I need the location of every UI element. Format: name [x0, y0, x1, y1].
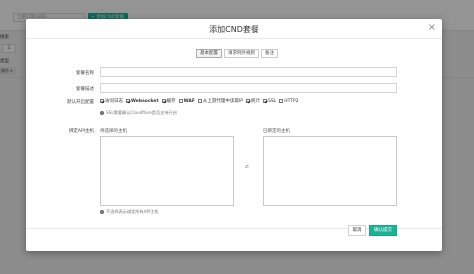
checkbox[interactable] — [161, 99, 166, 103]
add-cdn-package-dialog: 添加CND套餐 × 基本配置 请求例外规则 备注 套餐名称 套餐描述 默认开启配… — [26, 19, 442, 251]
option-label: SSL — [267, 98, 277, 104]
option-websocket[interactable]: Websocket — [126, 99, 159, 104]
checkbox[interactable] — [178, 99, 183, 103]
option-label: 从上游代理中读取IP — [202, 99, 243, 104]
option-label: 统计 — [250, 99, 260, 104]
ssl-hint-text: SSL需要确认Cloudflare是否支持开启 — [106, 110, 177, 115]
info-icon: i — [100, 111, 104, 115]
cancel-button[interactable]: 取消 — [348, 225, 366, 236]
info-icon: i — [100, 210, 104, 214]
option-stats[interactable]: 统计 — [245, 98, 260, 104]
host-hint: i 不选择表示绑定所有API主机 — [100, 209, 159, 215]
checkbox[interactable] — [245, 99, 250, 103]
tab-basic-config[interactable]: 基本配置 — [196, 49, 222, 58]
dialog-tabs: 基本配置 请求例外规则 备注 — [196, 49, 280, 58]
package-desc-input[interactable] — [100, 83, 397, 93]
option-label: 缓存 — [166, 99, 176, 104]
option-label: HTTP2 — [284, 98, 299, 104]
checkbox[interactable] — [100, 99, 104, 103]
option-waf[interactable]: WAF — [178, 98, 195, 104]
tab-request-rules[interactable]: 请求例外规则 — [224, 49, 259, 58]
available-hosts-list[interactable] — [100, 136, 234, 206]
option-upstream-ip[interactable]: 从上游代理中读取IP — [197, 98, 243, 104]
ssl-hint: i SSL需要确认Cloudflare是否支持开启 — [100, 110, 177, 116]
option-http2[interactable]: HTTP2 — [279, 98, 299, 104]
api-host-label: 绑定API主机 — [68, 129, 94, 134]
option-cache[interactable]: 缓存 — [161, 98, 176, 104]
option-label: WAF — [183, 98, 195, 104]
checkbox[interactable] — [279, 99, 284, 103]
selected-hosts-list[interactable] — [263, 136, 397, 206]
confirm-submit-button[interactable]: 确认提交 — [369, 225, 397, 236]
transfer-arrow-icon[interactable]: ⇄ — [245, 165, 249, 170]
dialog-header: 添加CND套餐 × — [26, 19, 442, 39]
tab-remarks[interactable]: 备注 — [261, 49, 278, 58]
option-ssl[interactable]: SSL — [262, 98, 277, 104]
default-config-options: 访问日志 Websocket 缓存 WAF 从上游代理中读取IP 统计 SSL … — [100, 98, 302, 104]
close-icon[interactable]: × — [428, 22, 436, 33]
checkbox[interactable] — [262, 99, 267, 103]
default-config-label: 默认开启配置 — [67, 100, 94, 105]
package-name-label: 套餐名称 — [76, 71, 94, 76]
dialog-title: 添加CND套餐 — [209, 25, 259, 34]
package-desc-label: 套餐描述 — [76, 87, 94, 92]
checkbox[interactable] — [126, 99, 130, 103]
package-name-input[interactable] — [100, 67, 397, 77]
checkbox[interactable] — [197, 99, 202, 103]
available-hosts-title: 待选择的主机 — [100, 129, 127, 134]
selected-hosts-title: 已绑定的主机 — [263, 129, 290, 134]
option-access-log[interactable]: 访问日志 — [100, 98, 123, 104]
option-label: 访问日志 — [105, 99, 123, 104]
option-label: Websocket — [131, 98, 159, 104]
host-hint-text: 不选择表示绑定所有API主机 — [106, 209, 159, 214]
